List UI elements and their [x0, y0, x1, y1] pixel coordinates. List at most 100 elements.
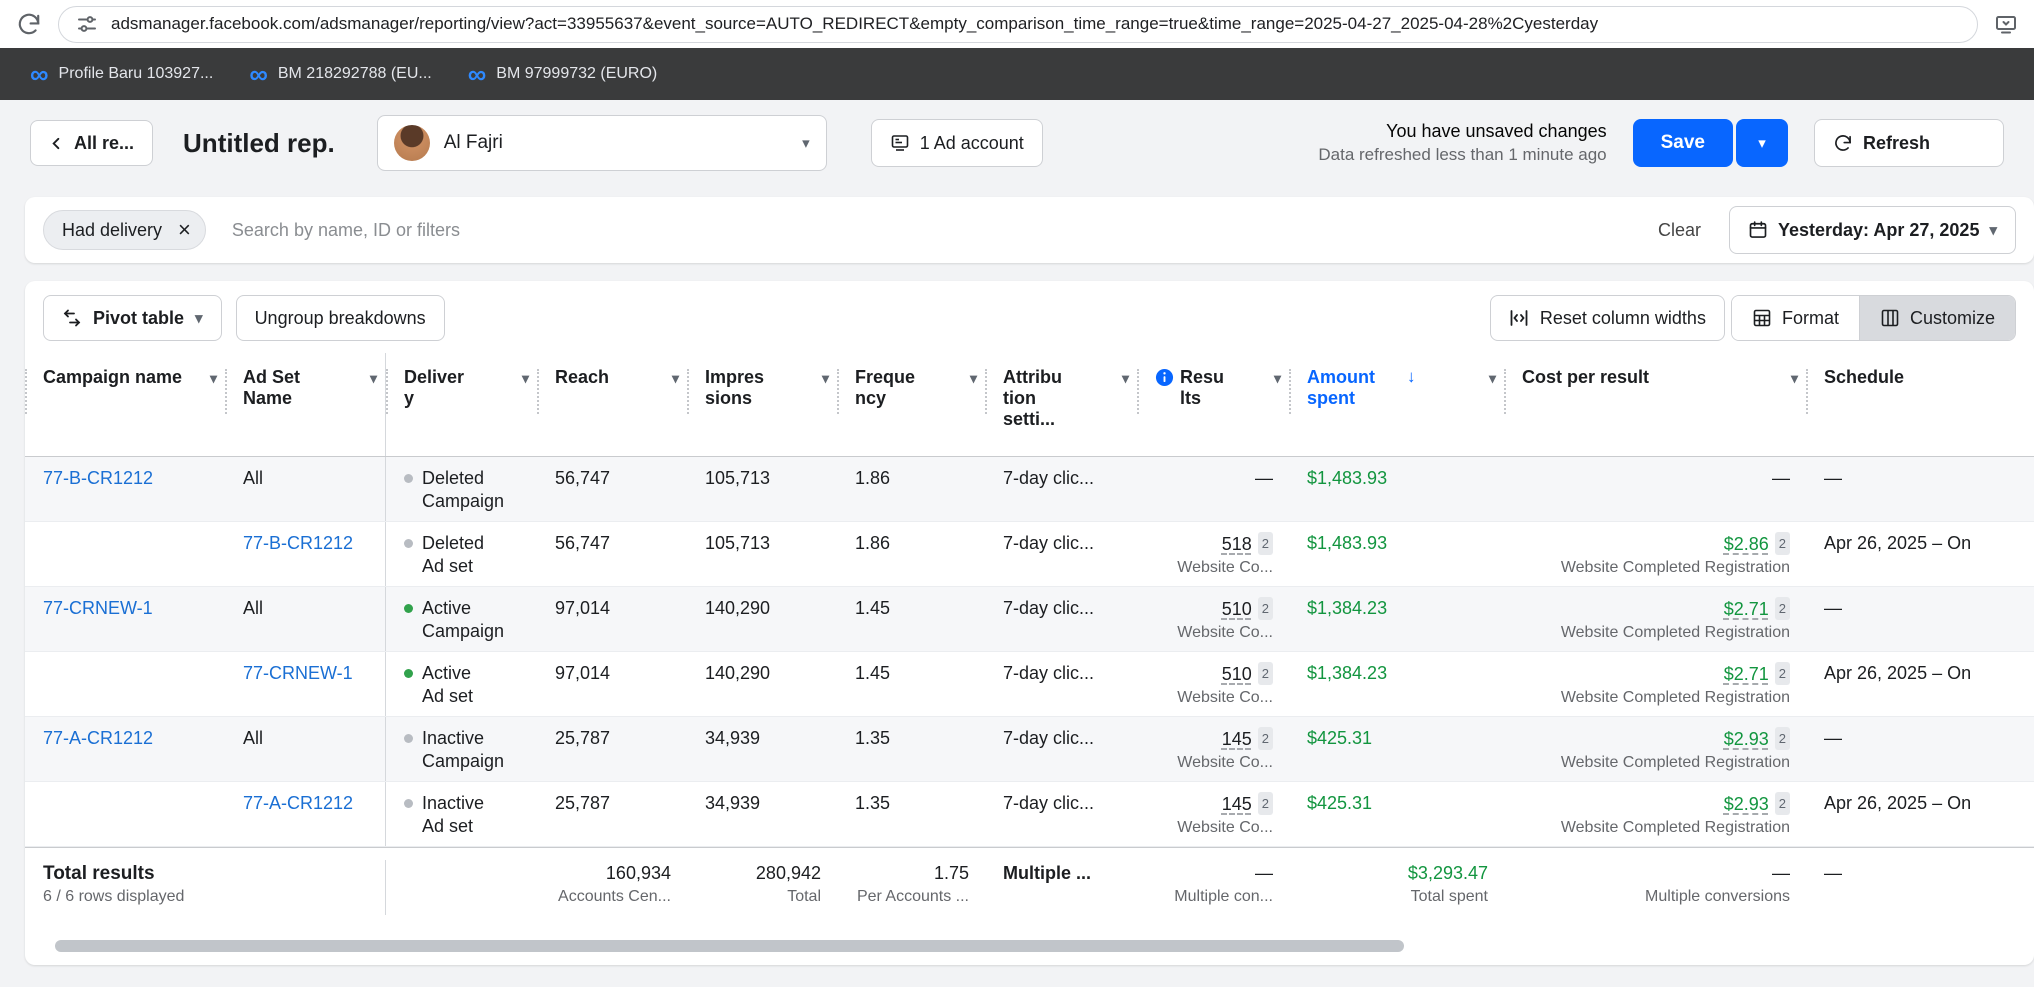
date-range-picker[interactable]: Yesterday: Apr 27, 2025 ▾	[1729, 206, 2016, 254]
workspace-tab-bm2[interactable]: ∞ BM 97999732 (EURO)	[450, 48, 676, 100]
results-count-badge: 2	[1257, 532, 1273, 555]
filter-chip-had-delivery[interactable]: Had delivery ×	[43, 210, 206, 250]
report-header: All re... Untitled rep. Al Fajri ▾ 1 Ad …	[0, 100, 2034, 185]
column-header-frequency[interactable]: Frequency ▾	[837, 353, 985, 456]
cost-count-badge: 2	[1774, 532, 1790, 555]
column-header-amount-spent[interactable]: Amount spent ↓ ▾	[1289, 353, 1504, 456]
frequency-cell: 1.86	[855, 533, 891, 553]
cost-value[interactable]: $2.71	[1724, 599, 1769, 619]
column-menu-icon[interactable]: ▾	[522, 367, 529, 387]
ungroup-breakdowns-button[interactable]: Ungroup breakdowns	[235, 295, 445, 341]
amount-spent-value: $425.31	[1307, 728, 1373, 748]
results-count-badge: 2	[1257, 597, 1273, 620]
info-icon[interactable]	[1155, 368, 1174, 387]
amount-spent-cell: $425.31	[1289, 717, 1504, 781]
column-menu-icon[interactable]: ▾	[370, 367, 377, 387]
campaign-name-link[interactable]: 77-CRNEW-1	[43, 598, 153, 618]
adset-name[interactable]: All	[243, 598, 263, 618]
column-header-results[interactable]: Results ▾	[1137, 353, 1289, 456]
horizontal-scrollbar[interactable]	[41, 939, 2018, 953]
frequency-cell: 1.86	[855, 468, 891, 488]
cost-value[interactable]: $2.93	[1724, 729, 1769, 749]
account-avatar	[393, 125, 430, 161]
cost-per-result-cell: $2.93 2 Website Completed Registration	[1504, 782, 1806, 846]
column-menu-icon[interactable]: ▾	[1791, 367, 1798, 387]
pivot-table-button[interactable]: Pivot table ▾	[43, 295, 222, 341]
cost-per-result-cell: $2.93 2 Website Completed Registration	[1504, 717, 1806, 781]
results-value[interactable]: —	[1255, 468, 1273, 488]
delivery-level: Ad set	[422, 686, 474, 706]
adset-name[interactable]: All	[243, 728, 263, 748]
status-dot	[404, 474, 413, 483]
reach-cell: 56,747	[555, 533, 611, 553]
account-selector[interactable]: Al Fajri ▾	[376, 115, 827, 171]
save-button[interactable]: Save	[1632, 119, 1733, 167]
frequency-cell: 1.45	[855, 598, 891, 618]
results-value[interactable]: 510	[1222, 599, 1252, 619]
table-row[interactable]: 77-A-CR1212 All Inactive Campaign 25,787 …	[25, 717, 2034, 782]
results-value[interactable]: 145	[1222, 729, 1252, 749]
chevron-down-icon: ▾	[1989, 221, 1997, 239]
cost-value[interactable]: —	[1772, 468, 1790, 488]
site-settings-icon[interactable]	[77, 14, 97, 34]
column-header-attribution-setting[interactable]: Attribution setti... ▾	[985, 353, 1137, 456]
status-dot	[404, 669, 413, 678]
url-text: adsmanager.facebook.com/adsmanager/repor…	[111, 14, 1599, 33]
campaign-name-link[interactable]: 77-B-CR1212	[43, 468, 153, 488]
delivery-status: Inactive	[422, 793, 485, 813]
column-menu-icon[interactable]: ▾	[970, 367, 977, 387]
results-value[interactable]: 518	[1222, 534, 1252, 554]
scrollbar-thumb[interactable]	[55, 940, 1404, 952]
column-header-ad-set-name[interactable]: Ad Set Name ▾	[225, 353, 385, 456]
adset-name[interactable]: All	[243, 468, 263, 488]
cost-value[interactable]: $2.86	[1724, 534, 1769, 554]
campaign-name-link[interactable]: 77-A-CR1212	[43, 728, 153, 748]
search-input[interactable]	[231, 219, 1648, 241]
table-row[interactable]: 77-CRNEW-1 Active Ad set 97,014 140,290 1…	[25, 652, 2034, 717]
column-menu-icon[interactable]: ▾	[672, 367, 679, 387]
table-row[interactable]: 77-CRNEW-1 All Active Campaign 97,014 140…	[25, 587, 2034, 652]
delivery-level: Campaign	[422, 491, 505, 511]
cost-value[interactable]: $2.71	[1724, 664, 1769, 684]
cost-value[interactable]: $2.93	[1724, 794, 1769, 814]
results-value[interactable]: 510	[1222, 664, 1252, 684]
delivery-cell: Active Campaign	[385, 587, 537, 651]
adset-name-link[interactable]: 77-CRNEW-1	[243, 663, 353, 683]
browser-reload-icon[interactable]	[16, 11, 42, 37]
send-to-device-icon[interactable]	[1994, 12, 2018, 36]
url-bar[interactable]: adsmanager.facebook.com/adsmanager/repor…	[58, 5, 1978, 43]
reset-column-widths-button[interactable]: Reset column widths	[1489, 295, 1725, 341]
ad-account-button[interactable]: 1 Ad account	[870, 119, 1043, 167]
refresh-button[interactable]: Refresh	[1814, 119, 2004, 167]
adset-name-link[interactable]: 77-B-CR1212	[243, 533, 353, 553]
column-header-delivery[interactable]: Delivery ▾	[385, 353, 537, 456]
column-header-impressions[interactable]: Impressions ▾	[687, 353, 837, 456]
table-row[interactable]: 77-B-CR1212 All Deleted Campaign 56,747 1…	[25, 457, 2034, 522]
customize-button[interactable]: Customize	[1858, 296, 2015, 340]
chevron-down-icon: ▾	[1758, 135, 1766, 152]
remove-filter-icon[interactable]: ×	[178, 219, 191, 241]
save-options-button[interactable]: ▾	[1736, 119, 1788, 167]
column-menu-icon[interactable]: ▾	[1274, 367, 1281, 387]
reset-column-widths-icon	[1510, 310, 1528, 326]
clear-filters-button[interactable]: Clear	[1658, 220, 1701, 241]
format-button[interactable]: Format	[1731, 296, 1859, 340]
workspace-tab-bm1[interactable]: ∞ BM 218292788 (EU...	[231, 48, 449, 100]
table-row[interactable]: 77-A-CR1212 Inactive Ad set 25,787 34,939…	[25, 782, 2034, 847]
column-header-schedule[interactable]: Schedule	[1806, 353, 2034, 456]
table-row[interactable]: 77-B-CR1212 Deleted Ad set 56,747 105,713…	[25, 522, 2034, 587]
column-menu-icon[interactable]: ▾	[1489, 367, 1496, 387]
column-menu-icon[interactable]: ▾	[822, 367, 829, 387]
cost-type: Website Completed Registration	[1560, 624, 1790, 641]
column-menu-icon[interactable]: ▾	[210, 367, 217, 387]
column-header-cost-per-result[interactable]: Cost per result ▾	[1504, 353, 1806, 456]
column-header-reach[interactable]: Reach ▾	[537, 353, 687, 456]
results-cell: 518 2 Website Co...	[1137, 522, 1289, 586]
column-menu-icon[interactable]: ▾	[1122, 367, 1129, 387]
column-header-campaign-name[interactable]: Campaign name ▾	[25, 353, 225, 456]
workspace-tab-profile[interactable]: ∞ Profile Baru 103927...	[12, 48, 231, 100]
adset-name-link[interactable]: 77-A-CR1212	[243, 793, 353, 813]
results-value[interactable]: 145	[1222, 794, 1252, 814]
back-to-reports-button[interactable]: All re...	[30, 120, 154, 166]
impressions-cell: 105,713	[705, 468, 771, 488]
